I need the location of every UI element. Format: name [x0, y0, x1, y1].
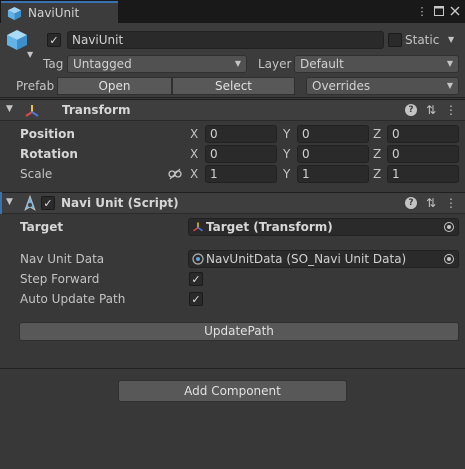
position-x-input[interactable]: 0: [205, 125, 277, 143]
tab-label: NaviUnit: [28, 6, 80, 20]
scale-x-label[interactable]: X: [190, 167, 198, 181]
component-menu-icon[interactable]: ⋮: [445, 103, 457, 117]
nav-unit-data-object-field[interactable]: NavUnitData (SO_Navi Unit Data): [188, 250, 459, 268]
scale-z-input[interactable]: 1: [387, 165, 459, 183]
tab-navi-unit[interactable]: NaviUnit: [1, 1, 118, 23]
step-forward-checkbox[interactable]: ✓: [189, 272, 203, 286]
icon-dropdown-arrow-icon[interactable]: ▼: [27, 50, 33, 59]
rotation-y-input[interactable]: 0: [297, 145, 369, 163]
update-path-button[interactable]: UpdatePath: [19, 322, 459, 341]
layer-value: Default: [300, 57, 344, 71]
transform-header[interactable]: ▼ Transform ? ⇅ ⋮: [0, 99, 465, 121]
help-icon[interactable]: ?: [404, 104, 417, 116]
maximize-icon[interactable]: [432, 3, 446, 19]
layer-label: Layer: [258, 57, 292, 71]
kebab-menu-icon[interactable]: ⋮: [415, 3, 429, 19]
overrides-label: Overrides: [312, 79, 371, 93]
rotation-x-input[interactable]: 0: [205, 145, 277, 163]
presets-icon[interactable]: ⇅: [426, 103, 436, 117]
target-object-field[interactable]: Target (Transform): [188, 218, 459, 236]
transform-axes-icon: [193, 222, 203, 232]
nav-unit-data-value: NavUnitData (SO_Navi Unit Data): [206, 252, 407, 266]
component-menu-icon[interactable]: ⋮: [445, 196, 457, 210]
object-picker-icon[interactable]: [444, 254, 454, 264]
transform-title: Transform: [62, 103, 131, 117]
gameobject-cube-icon: [7, 6, 22, 20]
script-title: Navi Unit (Script): [61, 196, 179, 210]
csharp-script-icon: [24, 195, 36, 211]
scale-z-label[interactable]: Z: [373, 167, 381, 181]
chevron-down-icon: ▼: [446, 59, 453, 68]
foldout-arrow-icon[interactable]: ▼: [6, 104, 13, 114]
static-dropdown-arrow-icon[interactable]: ▼: [448, 35, 454, 44]
static-label: Static: [405, 33, 440, 47]
name-input[interactable]: NaviUnit: [67, 31, 384, 49]
gameobject-header: ▼ ✓ NaviUnit Static ▼ Tag Untagged ▼ Lay…: [0, 23, 465, 98]
navi-unit-script-header[interactable]: ▼ ✓ Navi Unit (Script) ? ⇅ ⋮: [0, 192, 465, 214]
scale-y-label[interactable]: Y: [283, 167, 290, 181]
constrain-proportions-link-icon[interactable]: [168, 168, 182, 180]
components-divider: [0, 368, 465, 369]
layer-dropdown[interactable]: Default ▼: [294, 55, 459, 73]
rotation-z-label[interactable]: Z: [373, 147, 381, 161]
window-tab-bar: NaviUnit ⋮: [0, 0, 465, 23]
position-z-input[interactable]: 0: [387, 125, 459, 143]
step-forward-label: Step Forward: [20, 272, 100, 286]
gameobject-icon[interactable]: [6, 29, 28, 51]
nav-unit-data-label: Nav Unit Data: [20, 252, 105, 266]
position-x-label[interactable]: X: [190, 127, 198, 141]
active-checkbox[interactable]: ✓: [47, 33, 61, 47]
selection-accent: [0, 192, 2, 214]
tag-label: Tag: [43, 57, 64, 71]
add-component-button[interactable]: Add Component: [118, 380, 347, 402]
presets-icon[interactable]: ⇅: [426, 196, 436, 210]
prefab-overrides-dropdown[interactable]: Overrides ▼: [306, 77, 459, 95]
prefab-open-button[interactable]: Open: [57, 77, 172, 95]
rotation-x-label[interactable]: X: [190, 147, 198, 161]
position-y-label[interactable]: Y: [283, 127, 290, 141]
static-checkbox[interactable]: [388, 33, 402, 47]
position-label: Position: [20, 127, 75, 141]
target-label: Target: [20, 220, 64, 234]
tag-value: Untagged: [73, 57, 132, 71]
position-y-input[interactable]: 0: [297, 125, 369, 143]
chevron-down-icon: ▼: [234, 59, 241, 68]
rotation-y-label[interactable]: Y: [283, 147, 290, 161]
close-icon[interactable]: [448, 3, 462, 19]
help-icon[interactable]: ?: [404, 197, 417, 209]
auto-update-path-label: Auto Update Path: [20, 292, 126, 306]
rotation-label: Rotation: [20, 147, 78, 161]
foldout-arrow-icon[interactable]: ▼: [6, 197, 13, 207]
scale-y-input[interactable]: 1: [297, 165, 369, 183]
scriptable-object-icon: [192, 253, 204, 265]
target-value: Target (Transform): [206, 220, 333, 234]
scale-x-input[interactable]: 1: [205, 165, 277, 183]
script-enabled-checkbox[interactable]: ✓: [41, 196, 55, 210]
position-z-label[interactable]: Z: [373, 127, 381, 141]
object-picker-icon[interactable]: [444, 222, 454, 232]
chevron-down-icon: ▼: [446, 81, 453, 90]
rotation-z-input[interactable]: 0: [387, 145, 459, 163]
tag-dropdown[interactable]: Untagged ▼: [67, 55, 247, 73]
scale-label: Scale: [20, 167, 53, 181]
transform-axes-icon: [25, 105, 39, 117]
prefab-label: Prefab: [16, 79, 55, 93]
prefab-select-button[interactable]: Select: [172, 77, 295, 95]
auto-update-path-checkbox[interactable]: ✓: [189, 292, 203, 306]
